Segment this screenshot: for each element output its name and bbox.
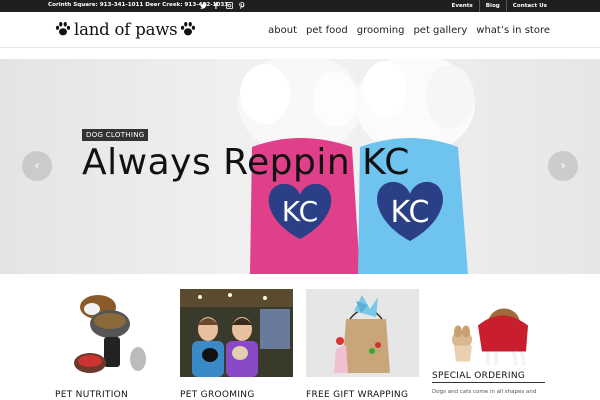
nav-about[interactable]: about: [268, 25, 297, 36]
paw-icon: [55, 21, 71, 36]
slider-prev-button[interactable]: ‹: [22, 151, 52, 181]
pet-nutrition-image: [68, 289, 152, 377]
paw-icon: [181, 21, 196, 36]
slide-category-tag[interactable]: DOG CLOTHING: [82, 129, 149, 141]
chevron-left-icon: ‹: [34, 158, 40, 174]
feature-free-gift-wrapping[interactable]: FREE GIFT WRAPPING: [306, 289, 419, 400]
feature-label[interactable]: PET GROOMING: [180, 390, 255, 400]
main-nav: about pet food grooming pet gallery what…: [259, 12, 550, 48]
blog-link[interactable]: Blog: [478, 0, 506, 12]
slider-next-button[interactable]: ›: [548, 151, 578, 181]
instagram-icon[interactable]: [225, 1, 233, 10]
nav-whats-in-store[interactable]: what’s in store: [476, 25, 550, 36]
feature-special-ordering[interactable]: SPECIAL ORDERING Dogs and cats come in a…: [432, 289, 545, 395]
shirt-right-text: KC: [391, 195, 430, 230]
site-logo[interactable]: land of paws: [55, 18, 196, 40]
top-links: Events Blog Contact Us: [446, 0, 553, 12]
feature-label[interactable]: FREE GIFT WRAPPING: [306, 390, 408, 400]
nav-pet-gallery[interactable]: pet gallery: [413, 25, 467, 36]
pinterest-icon[interactable]: [238, 1, 246, 10]
contact-us-link[interactable]: Contact Us: [505, 0, 553, 12]
gift-wrapping-image: [306, 289, 419, 377]
events-link[interactable]: Events: [446, 0, 479, 12]
facebook-icon[interactable]: [212, 1, 220, 10]
twitter-icon[interactable]: [199, 1, 207, 10]
pet-grooming-image: [180, 289, 293, 377]
site-header: land of paws about pet food grooming pet…: [0, 12, 600, 48]
special-ordering-image: [432, 295, 545, 371]
shirt-left-text: KC: [282, 195, 318, 228]
nav-grooming[interactable]: grooming: [357, 25, 405, 36]
hero-slider: KC KC DOG CLOTHING Always Reppin KC ‹ ›: [0, 59, 600, 274]
nav-pet-food[interactable]: pet food: [306, 25, 348, 36]
social-links: [199, 1, 246, 10]
chevron-right-icon: ›: [560, 158, 566, 174]
feature-pet-nutrition[interactable]: PET NUTRITION: [55, 289, 152, 400]
top-bar: Corinth Square: 913-341-1011 Deer Creek:…: [0, 0, 600, 12]
logo-text: land of paws: [74, 19, 178, 39]
slide-headline[interactable]: Always Reppin KC: [82, 142, 410, 183]
feature-label[interactable]: PET NUTRITION: [55, 390, 128, 400]
feature-label[interactable]: SPECIAL ORDERING: [432, 371, 545, 383]
feature-pet-grooming[interactable]: PET GROOMING: [180, 289, 293, 400]
feature-description: Dogs and cats come in all shapes and: [432, 389, 537, 395]
